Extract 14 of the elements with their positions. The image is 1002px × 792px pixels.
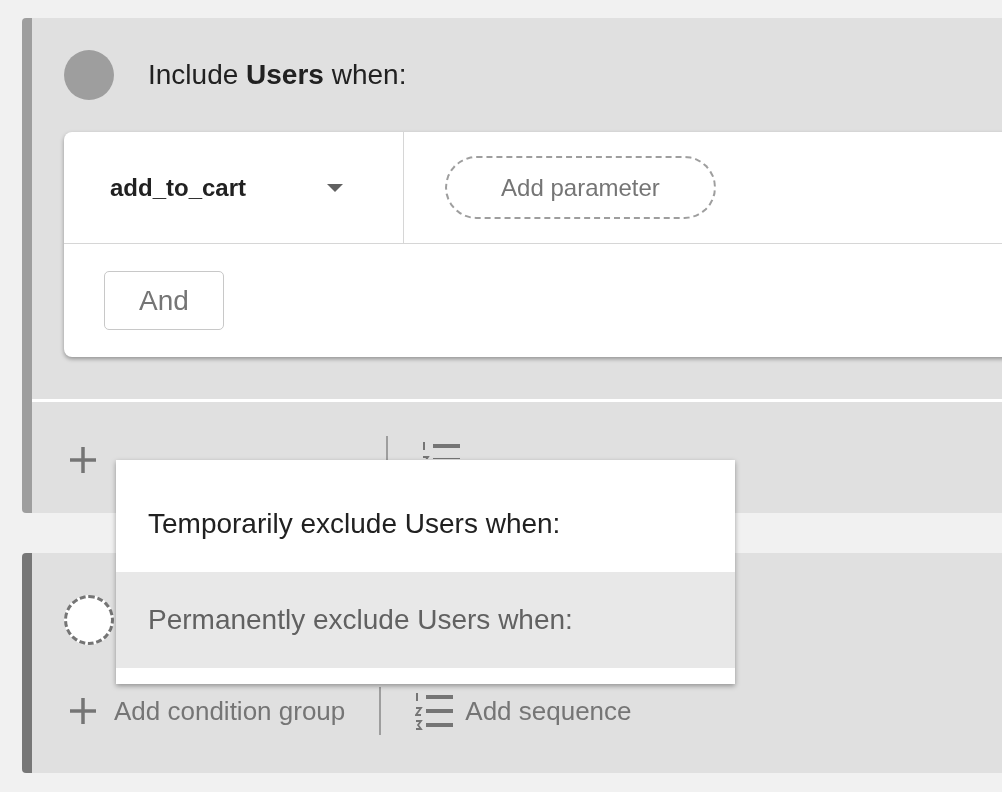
numbered-list-icon xyxy=(415,692,454,730)
plus-icon xyxy=(68,445,98,475)
caret-icon xyxy=(327,183,343,192)
menu-item[interactable]: Temporarily exclude Users when: xyxy=(116,476,735,572)
add-condition-group-button[interactable] xyxy=(68,445,98,475)
add-condition-group-button[interactable]: Add condition group xyxy=(68,691,346,731)
event-dropdown[interactable]: add_to_cart xyxy=(64,132,404,243)
and-button[interactable]: And xyxy=(104,271,224,330)
add-parameter-button[interactable]: Add parameter xyxy=(445,156,716,219)
numbered-list-icon xyxy=(422,441,460,459)
add-sequence-button[interactable]: Add sequence xyxy=(415,687,632,735)
plus-icon xyxy=(68,696,98,726)
group-header: Include Users when: xyxy=(148,58,407,92)
menu-item[interactable]: Permanently exclude Users when: xyxy=(116,572,735,668)
